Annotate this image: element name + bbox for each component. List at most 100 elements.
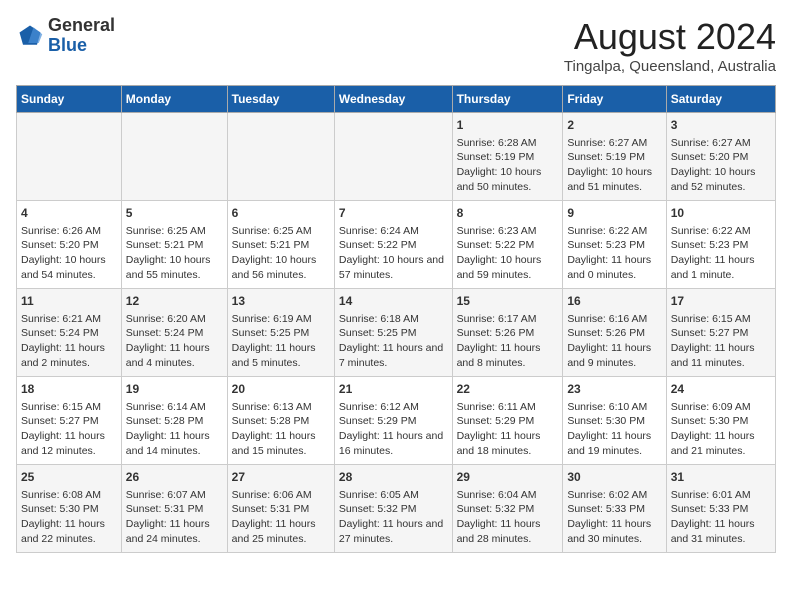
calendar-cell: 11Sunrise: 6:21 AM Sunset: 5:24 PM Dayli… (17, 289, 122, 377)
calendar-row: 18 Sunrise: 6:15 AM Sunset: 5:27 PM Dayli… (17, 377, 776, 465)
day-number: 30 (567, 469, 661, 486)
header-row: SundayMondayTuesdayWednesdayThursdayFrid… (17, 86, 776, 113)
day-info: Sunrise: 6:09 AM Sunset: 5:30 PM Dayligh… (671, 400, 771, 459)
day-info: Sunrise: 6:17 AM Sunset: 5:26 PM Dayligh… (457, 312, 559, 371)
calendar-cell: 27 Sunrise: 6:06 AM Sunset: 5:31 PM Dayli… (227, 465, 334, 553)
calendar-cell (121, 113, 227, 201)
calendar-cell: 18 Sunrise: 6:15 AM Sunset: 5:27 PM Dayli… (17, 377, 122, 465)
calendar-cell: 25 Sunrise: 6:08 AM Sunset: 5:30 PM Dayli… (17, 465, 122, 553)
calendar-cell (17, 113, 122, 201)
calendar-cell: 9Sunrise: 6:22 AM Sunset: 5:23 PM Daylig… (563, 201, 666, 289)
calendar-cell: 31 Sunrise: 6:01 AM Sunset: 5:33 PM Dayli… (666, 465, 775, 553)
day-number: 5 (126, 205, 223, 222)
logo-icon (16, 22, 44, 50)
calendar-cell: 21Sunrise: 6:12 AM Sunset: 5:29 PM Dayli… (334, 377, 452, 465)
calendar-header: SundayMondayTuesdayWednesdayThursdayFrid… (17, 86, 776, 113)
calendar-cell: 28 Sunrise: 6:05 AM Sunset: 5:32 PM Dayli… (334, 465, 452, 553)
day-number: 22 (457, 381, 559, 398)
calendar-row: 25 Sunrise: 6:08 AM Sunset: 5:30 PM Dayli… (17, 465, 776, 553)
day-number: 23 (567, 381, 661, 398)
day-info: Sunrise: 6:13 AM Sunset: 5:28 PM Dayligh… (232, 400, 330, 459)
day-number: 28 (339, 469, 448, 486)
day-number: 27 (232, 469, 330, 486)
calendar-cell (227, 113, 334, 201)
weekday-header: Tuesday (227, 86, 334, 113)
subtitle: Tingalpa, Queensland, Australia (564, 58, 776, 75)
day-number: 25 (21, 469, 117, 486)
day-number: 9 (567, 205, 661, 222)
day-number: 8 (457, 205, 559, 222)
day-number: 24 (671, 381, 771, 398)
calendar-cell: 2 Sunrise: 6:27 AM Sunset: 5:19 PM Daylig… (563, 113, 666, 201)
day-number: 4 (21, 205, 117, 222)
calendar-cell: 29 Sunrise: 6:04 AM Sunset: 5:32 PM Dayli… (452, 465, 563, 553)
calendar-cell: 1 Sunrise: 6:28 AM Sunset: 5:19 PM Daylig… (452, 113, 563, 201)
day-info: Sunrise: 6:23 AM Sunset: 5:22 PM Dayligh… (457, 224, 559, 283)
day-info: Sunrise: 6:25 AM Sunset: 5:21 PM Dayligh… (126, 224, 223, 283)
weekday-header: Saturday (666, 86, 775, 113)
calendar-cell: 4 Sunrise: 6:26 AM Sunset: 5:20 PM Daylig… (17, 201, 122, 289)
day-info: Sunrise: 6:27 AM Sunset: 5:19 PM Dayligh… (567, 136, 661, 195)
calendar-cell: 30 Sunrise: 6:02 AM Sunset: 5:33 PM Dayli… (563, 465, 666, 553)
day-number: 18 (21, 381, 117, 398)
calendar-cell (334, 113, 452, 201)
page-header: General Blue August 2024 Tingalpa, Queen… (16, 16, 776, 75)
day-info: Sunrise: 6:11 AM Sunset: 5:29 PM Dayligh… (457, 400, 559, 459)
day-number: 14 (339, 293, 448, 310)
calendar-cell: 10Sunrise: 6:22 AM Sunset: 5:23 PM Dayli… (666, 201, 775, 289)
day-number: 6 (232, 205, 330, 222)
day-info: Sunrise: 6:06 AM Sunset: 5:31 PM Dayligh… (232, 488, 330, 547)
calendar-cell: 17Sunrise: 6:15 AM Sunset: 5:27 PM Dayli… (666, 289, 775, 377)
day-number: 7 (339, 205, 448, 222)
day-info: Sunrise: 6:05 AM Sunset: 5:32 PM Dayligh… (339, 488, 448, 547)
calendar-row: 1 Sunrise: 6:28 AM Sunset: 5:19 PM Daylig… (17, 113, 776, 201)
weekday-header: Friday (563, 86, 666, 113)
day-number: 21 (339, 381, 448, 398)
day-number: 3 (671, 117, 771, 134)
weekday-header: Wednesday (334, 86, 452, 113)
day-info: Sunrise: 6:26 AM Sunset: 5:20 PM Dayligh… (21, 224, 117, 283)
calendar-cell: 22 Sunrise: 6:11 AM Sunset: 5:29 PM Dayli… (452, 377, 563, 465)
logo: General Blue (16, 16, 115, 56)
day-info: Sunrise: 6:02 AM Sunset: 5:33 PM Dayligh… (567, 488, 661, 547)
day-number: 29 (457, 469, 559, 486)
weekday-header: Monday (121, 86, 227, 113)
title-block: August 2024 Tingalpa, Queensland, Austra… (564, 16, 776, 75)
day-number: 15 (457, 293, 559, 310)
day-info: Sunrise: 6:08 AM Sunset: 5:30 PM Dayligh… (21, 488, 117, 547)
day-info: Sunrise: 6:24 AM Sunset: 5:22 PM Dayligh… (339, 224, 448, 283)
day-info: Sunrise: 6:28 AM Sunset: 5:19 PM Dayligh… (457, 136, 559, 195)
day-info: Sunrise: 6:01 AM Sunset: 5:33 PM Dayligh… (671, 488, 771, 547)
calendar-cell: 16Sunrise: 6:16 AM Sunset: 5:26 PM Dayli… (563, 289, 666, 377)
day-number: 13 (232, 293, 330, 310)
day-info: Sunrise: 6:18 AM Sunset: 5:25 PM Dayligh… (339, 312, 448, 371)
weekday-header: Thursday (452, 86, 563, 113)
day-number: 26 (126, 469, 223, 486)
calendar-cell: 20Sunrise: 6:13 AM Sunset: 5:28 PM Dayli… (227, 377, 334, 465)
calendar-body: 1 Sunrise: 6:28 AM Sunset: 5:19 PM Daylig… (17, 113, 776, 553)
day-number: 31 (671, 469, 771, 486)
calendar-row: 11Sunrise: 6:21 AM Sunset: 5:24 PM Dayli… (17, 289, 776, 377)
day-info: Sunrise: 6:25 AM Sunset: 5:21 PM Dayligh… (232, 224, 330, 283)
calendar-cell: 26 Sunrise: 6:07 AM Sunset: 5:31 PM Dayli… (121, 465, 227, 553)
day-info: Sunrise: 6:04 AM Sunset: 5:32 PM Dayligh… (457, 488, 559, 547)
day-info: Sunrise: 6:15 AM Sunset: 5:27 PM Dayligh… (671, 312, 771, 371)
main-title: August 2024 (564, 16, 776, 58)
logo-general-text: General (48, 15, 115, 35)
calendar-cell: 6 Sunrise: 6:25 AM Sunset: 5:21 PM Daylig… (227, 201, 334, 289)
day-info: Sunrise: 6:20 AM Sunset: 5:24 PM Dayligh… (126, 312, 223, 371)
day-number: 12 (126, 293, 223, 310)
day-info: Sunrise: 6:15 AM Sunset: 5:27 PM Dayligh… (21, 400, 117, 459)
day-info: Sunrise: 6:16 AM Sunset: 5:26 PM Dayligh… (567, 312, 661, 371)
calendar-cell: 15 Sunrise: 6:17 AM Sunset: 5:26 PM Dayli… (452, 289, 563, 377)
calendar-cell: 24 Sunrise: 6:09 AM Sunset: 5:30 PM Dayli… (666, 377, 775, 465)
day-info: Sunrise: 6:14 AM Sunset: 5:28 PM Dayligh… (126, 400, 223, 459)
day-number: 2 (567, 117, 661, 134)
day-number: 1 (457, 117, 559, 134)
weekday-header: Sunday (17, 86, 122, 113)
calendar-cell: 14 Sunrise: 6:18 AM Sunset: 5:25 PM Dayli… (334, 289, 452, 377)
calendar-cell: 5 Sunrise: 6:25 AM Sunset: 5:21 PM Daylig… (121, 201, 227, 289)
day-info: Sunrise: 6:07 AM Sunset: 5:31 PM Dayligh… (126, 488, 223, 547)
day-info: Sunrise: 6:21 AM Sunset: 5:24 PM Dayligh… (21, 312, 117, 371)
calendar-cell: 7 Sunrise: 6:24 AM Sunset: 5:22 PM Daylig… (334, 201, 452, 289)
